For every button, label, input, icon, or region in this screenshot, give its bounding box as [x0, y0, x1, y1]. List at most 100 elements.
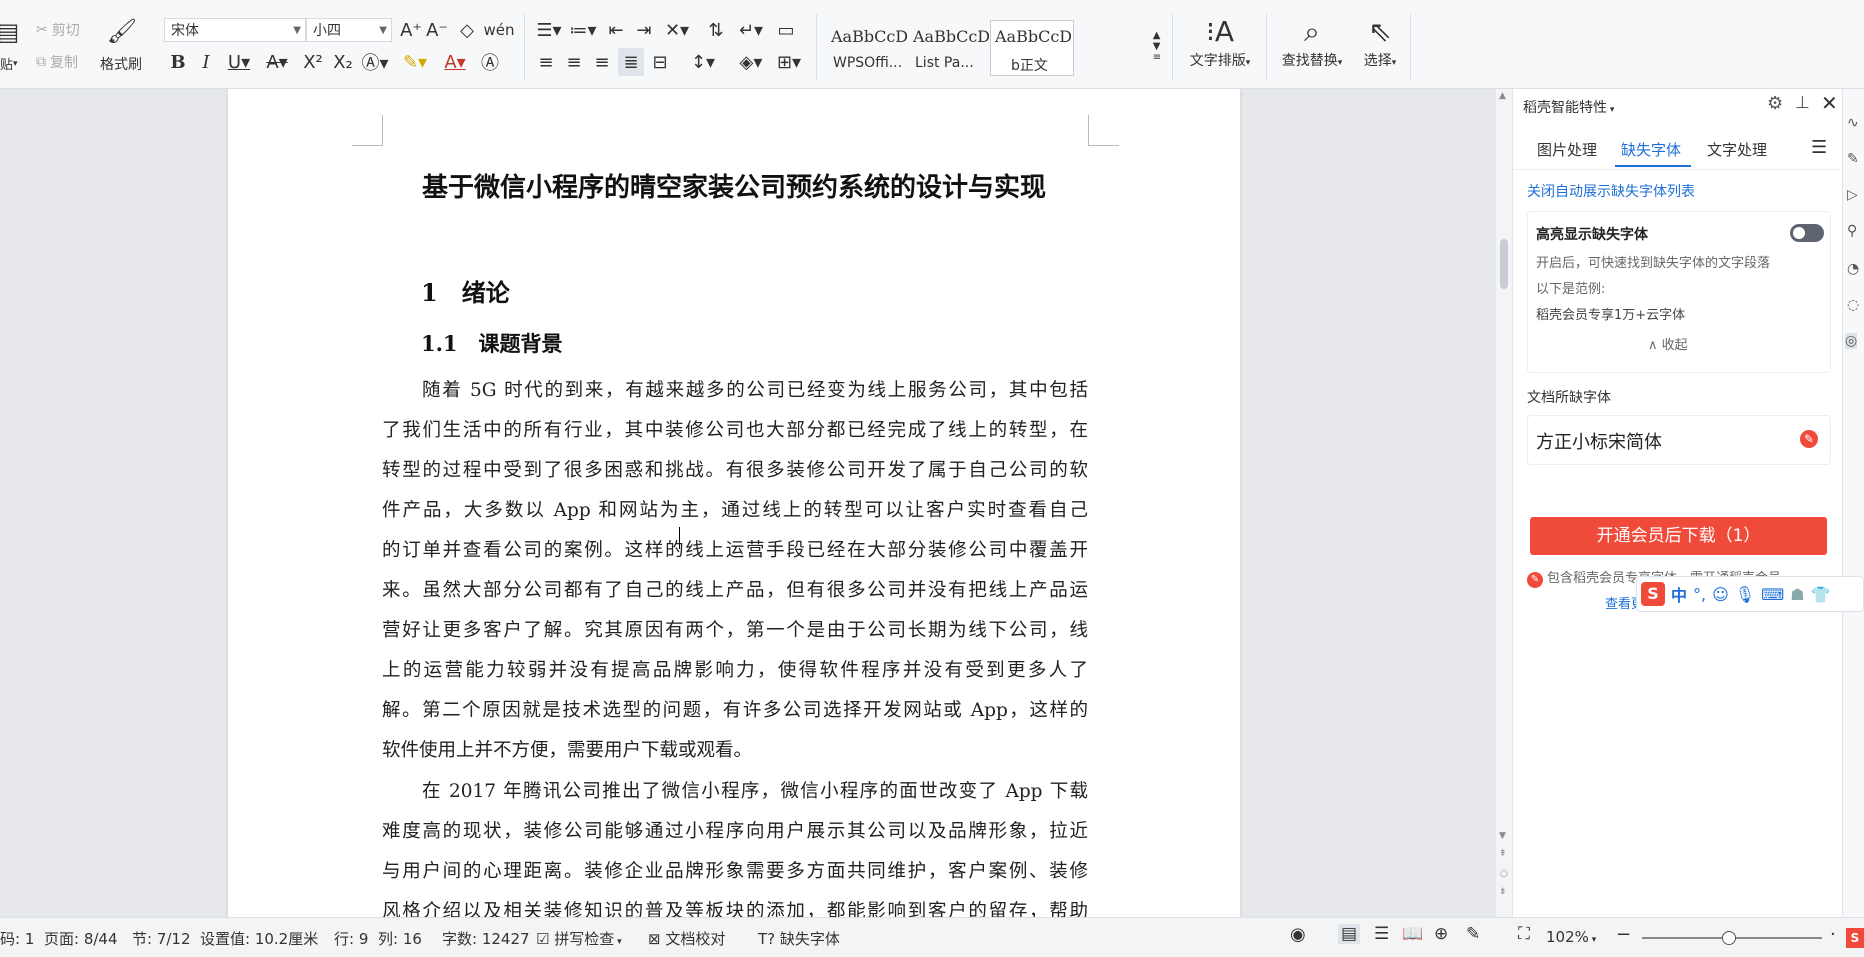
- reading-view-icon[interactable]: 📖: [1402, 924, 1423, 944]
- font-size-select[interactable]: 小四 ▼: [306, 18, 392, 42]
- copy-button[interactable]: ⧉ 复制: [36, 52, 78, 72]
- char-border-icon[interactable]: Ⓐ: [478, 48, 502, 76]
- status-page[interactable]: 页面: 8/44: [44, 928, 118, 949]
- microphone-icon[interactable]: 🎙: [1735, 585, 1755, 604]
- skin-icon[interactable]: 👕: [1811, 585, 1831, 604]
- rail-tool-icon[interactable]: ✎: [1847, 151, 1859, 167]
- decrease-indent-icon[interactable]: ⇤: [604, 18, 628, 42]
- italic-icon[interactable]: I: [194, 48, 218, 76]
- doc-proof-button[interactable]: ⊠ 文档校对: [648, 928, 725, 949]
- style-card-wpsoffice[interactable]: AaBbCcDd WPSOffi...: [826, 20, 910, 76]
- style-gallery-scroll-icon[interactable]: ▲ ▼ ≡: [1150, 18, 1164, 74]
- next-page-icon[interactable]: ⇟: [1499, 887, 1507, 897]
- bullet-list-icon[interactable]: ☰▾: [534, 18, 564, 42]
- user-icon[interactable]: ☗: [1790, 585, 1804, 604]
- menu-icon[interactable]: ☰: [1811, 137, 1827, 158]
- close-icon[interactable]: ✕: [1821, 91, 1838, 115]
- font-family-select[interactable]: 宋体 ▼: [164, 18, 306, 42]
- numbered-list-icon[interactable]: ≔▾: [568, 18, 598, 42]
- sort-icon[interactable]: ⇅: [704, 18, 728, 42]
- ime-toolbar[interactable]: S 中 °, ☺ 🎙 ⌨ ☗ 👕: [1636, 576, 1864, 612]
- clear-format-icon[interactable]: ◇: [456, 18, 478, 42]
- outline-view-icon[interactable]: ☰: [1374, 924, 1389, 944]
- justify-icon[interactable]: ≣: [618, 48, 644, 76]
- prev-page-icon[interactable]: ⇞: [1499, 849, 1507, 859]
- tab-missing-fonts[interactable]: 缺失字体: [1621, 139, 1681, 160]
- format-painter-button[interactable]: 格式刷: [100, 54, 142, 74]
- keyboard-icon[interactable]: ⌨: [1761, 585, 1784, 604]
- scroll-up-icon[interactable]: ▲: [1499, 91, 1506, 101]
- collapse-button[interactable]: ∧ 收起: [1648, 334, 1688, 353]
- panel-title[interactable]: 稻壳智能特性 ▾: [1523, 97, 1614, 117]
- fit-page-icon[interactable]: ⛶: [1518, 924, 1530, 944]
- highlight-toggle[interactable]: [1790, 224, 1824, 242]
- emoji-icon[interactable]: ☺: [1712, 585, 1729, 604]
- text-layout-button[interactable]: ⁝A 文字排版▾: [1180, 14, 1260, 70]
- select-browse-object-icon[interactable]: ○: [1500, 869, 1508, 879]
- document-page[interactable]: 基于微信小程序的晴空家装公司预约系统的设计与实现 1 绪论 1.1 课题背景 随…: [228, 89, 1240, 917]
- shading-icon[interactable]: ◈▾: [734, 48, 768, 76]
- scroll-down-icon[interactable]: ▼: [1499, 831, 1506, 841]
- format-painter-icon[interactable]: 🖌: [106, 16, 138, 46]
- vertical-scrollbar[interactable]: ▲ ▼ ⇞ ○ ⇟: [1496, 89, 1512, 917]
- ime-lang-toggle[interactable]: 中: [1671, 582, 1687, 606]
- select-button[interactable]: ⇖ 选择▾: [1340, 14, 1420, 70]
- borders-icon[interactable]: ⊞▾: [772, 48, 806, 76]
- gear-icon[interactable]: ⚙: [1767, 93, 1783, 114]
- align-right-icon[interactable]: ≡: [590, 48, 614, 76]
- zoom-in-icon[interactable]: ·: [1830, 924, 1836, 945]
- style-card-body[interactable]: AaBbCcDd b正文: [990, 20, 1074, 76]
- shrink-font-icon[interactable]: A⁻: [426, 18, 448, 42]
- increase-indent-icon[interactable]: ⇥: [632, 18, 656, 42]
- align-center-icon[interactable]: ≡: [562, 48, 586, 76]
- tab-image-processing[interactable]: 图片处理: [1537, 139, 1597, 160]
- missing-font-item[interactable]: 方正小标宋简体 ✎: [1527, 415, 1831, 465]
- rail-tool-icon[interactable]: ∿: [1847, 115, 1859, 131]
- chinese-layout-icon[interactable]: ✕▾: [660, 18, 694, 42]
- eye-protection-icon[interactable]: ◉: [1290, 924, 1306, 945]
- rail-tool-icon[interactable]: ◌: [1847, 297, 1859, 313]
- underline-icon[interactable]: U▾: [222, 48, 256, 76]
- style-card-list-paragraph[interactable]: AaBbCcDd List Pa...: [908, 20, 992, 76]
- ime-punct-toggle[interactable]: °,: [1693, 585, 1706, 604]
- highlight-icon[interactable]: ✎▾: [398, 48, 432, 76]
- scrollbar-thumb[interactable]: [1500, 239, 1508, 289]
- align-left-icon[interactable]: ≡: [534, 48, 558, 76]
- phonetic-guide-icon[interactable]: wén: [484, 18, 515, 42]
- zoom-slider[interactable]: [1642, 931, 1822, 945]
- document-canvas[interactable]: 基于微信小程序的晴空家装公司预约系统的设计与实现 1 绪论 1.1 课题背景 随…: [0, 89, 1500, 917]
- rail-tool-icon[interactable]: ▷: [1847, 187, 1858, 203]
- text-effect-icon[interactable]: Ⓐ▾: [360, 48, 390, 76]
- font-color-icon[interactable]: A▾: [438, 48, 472, 76]
- tab-text-processing[interactable]: 文字处理: [1707, 139, 1767, 160]
- paste-button[interactable]: 贴 ▾: [0, 54, 18, 73]
- download-fonts-button[interactable]: 开通会员后下载（1）: [1530, 517, 1827, 555]
- write-view-icon[interactable]: ✎: [1466, 924, 1480, 944]
- zoom-level[interactable]: 102% ▾: [1546, 928, 1596, 946]
- paragraph-line: 解。第二个原因就是技术选型的问题，有许多公司选择开发网站或 App，这样的: [382, 700, 1088, 721]
- pin-icon[interactable]: ⊥: [1795, 93, 1810, 113]
- ruler-icon[interactable]: ▭: [774, 18, 798, 42]
- paste-icon[interactable]: ▤: [0, 14, 19, 50]
- missing-fonts-status-button[interactable]: T? 缺失字体: [758, 928, 840, 949]
- strikethrough-icon[interactable]: A▾: [262, 48, 292, 76]
- close-auto-show-link[interactable]: 关闭自动展示缺失字体列表: [1527, 181, 1695, 201]
- subscript-icon[interactable]: X₂: [330, 48, 356, 76]
- distribute-icon[interactable]: ⊟: [648, 48, 672, 76]
- zoom-out-icon[interactable]: −: [1616, 924, 1631, 945]
- page-view-icon[interactable]: ▤: [1338, 924, 1361, 944]
- grow-font-icon[interactable]: A⁺: [400, 18, 422, 42]
- rail-tool-icon[interactable]: ◎: [1845, 333, 1858, 349]
- rail-tool-icon[interactable]: ◔: [1847, 261, 1859, 277]
- sogou-tray-icon[interactable]: S: [1846, 928, 1864, 948]
- show-marks-icon[interactable]: ↵▾: [734, 18, 768, 42]
- superscript-icon[interactable]: X²: [300, 48, 326, 76]
- rail-tool-icon[interactable]: ⚲: [1847, 223, 1857, 239]
- line-spacing-icon[interactable]: ↕▾: [686, 48, 720, 76]
- cut-button[interactable]: ✂ 剪切: [36, 20, 80, 40]
- zoom-slider-handle[interactable]: [1722, 931, 1736, 945]
- web-view-icon[interactable]: ⊕: [1434, 924, 1448, 944]
- status-word-count[interactable]: 字数: 12427: [442, 928, 530, 949]
- spell-check-button[interactable]: ☑ 拼写检查 ▾: [536, 928, 622, 949]
- bold-icon[interactable]: B: [166, 48, 190, 76]
